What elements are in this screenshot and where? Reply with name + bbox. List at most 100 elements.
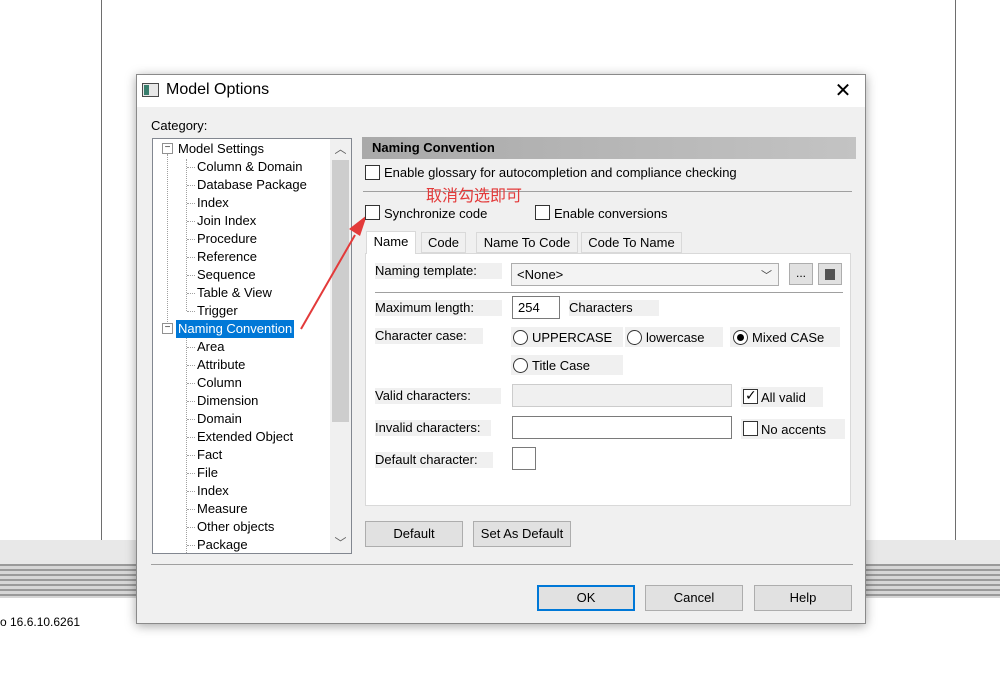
characters-label: Characters xyxy=(569,300,659,316)
tree-item-naming-index[interactable]: Index xyxy=(197,482,229,500)
case-mixed-radio[interactable] xyxy=(733,330,748,345)
tree-item-package[interactable]: Package xyxy=(197,536,248,553)
naming-template-value: <None> xyxy=(517,267,564,282)
tree-item-reference[interactable]: Reference xyxy=(197,248,257,266)
scroll-down-icon[interactable]: ﹀ xyxy=(330,533,351,553)
version-text: o 16.6.10.6261 xyxy=(0,615,81,629)
tree-item-trigger[interactable]: Trigger xyxy=(197,302,238,320)
naming-template-select[interactable]: <None> ﹀ xyxy=(511,263,779,286)
default-character-input[interactable] xyxy=(512,447,536,470)
tree-line xyxy=(187,437,195,438)
no-accents-label: No accents xyxy=(761,422,827,437)
ok-button[interactable]: OK xyxy=(537,585,635,611)
browse-button[interactable]: ... xyxy=(789,263,813,285)
tab-name-to-code[interactable]: Name To Code xyxy=(476,232,578,253)
all-valid-checkbox[interactable] xyxy=(743,387,758,404)
model-options-dialog: Model Options ✕ Category: − Model Settin… xyxy=(136,74,866,624)
enable-glossary-checkbox[interactable] xyxy=(365,165,380,180)
invalid-characters-input[interactable] xyxy=(512,416,732,439)
tree-line xyxy=(187,311,195,312)
category-tree[interactable]: − Model Settings Column & Domain Databas… xyxy=(152,138,352,554)
properties-icon[interactable] xyxy=(818,263,842,285)
title-bar[interactable]: Model Options ✕ xyxy=(137,75,865,107)
no-accents-checkbox[interactable] xyxy=(743,421,758,436)
tree-line xyxy=(187,275,195,276)
synchronize-code-label: Synchronize code xyxy=(384,206,488,221)
enable-conversions-label: Enable conversions xyxy=(554,206,668,221)
synchronize-code-checkbox[interactable] xyxy=(365,205,380,220)
tree-line xyxy=(187,491,195,492)
category-label: Category: xyxy=(151,118,208,133)
tree-item-table-view[interactable]: Table & View xyxy=(197,284,272,302)
tree-item-column-domain[interactable]: Column & Domain xyxy=(197,158,303,176)
case-lowercase-radio[interactable] xyxy=(627,330,642,345)
tree-line xyxy=(187,455,195,456)
tree-item-database-package[interactable]: Database Package xyxy=(197,176,307,194)
tree-item-area[interactable]: Area xyxy=(197,338,224,356)
tree-line xyxy=(187,365,195,366)
set-as-default-button[interactable]: Set As Default xyxy=(473,521,571,547)
tree-line xyxy=(186,159,187,311)
tree-item-attribute[interactable]: Attribute xyxy=(197,356,245,374)
tree-item-join-index[interactable]: Join Index xyxy=(197,212,256,230)
tree-item-domain[interactable]: Domain xyxy=(197,410,242,428)
tree-line xyxy=(187,257,195,258)
chevron-down-icon: ﹀ xyxy=(761,270,772,282)
valid-characters-input[interactable] xyxy=(512,384,732,407)
scroll-up-icon[interactable]: ︿ xyxy=(330,139,351,159)
tree-item-measure[interactable]: Measure xyxy=(197,500,248,518)
tree-item-index[interactable]: Index xyxy=(197,194,229,212)
character-case-label: Character case: xyxy=(375,328,483,344)
case-mixed-label: Mixed CASe xyxy=(752,330,825,345)
tree-item-other-objects[interactable]: Other objects xyxy=(197,518,274,536)
help-button[interactable]: Help xyxy=(754,585,852,611)
tree-line xyxy=(187,239,195,240)
tree-item-file[interactable]: File xyxy=(197,464,218,482)
tree-line xyxy=(167,154,168,334)
tree-line xyxy=(186,337,187,553)
max-length-label: Maximum length: xyxy=(375,300,502,316)
default-button[interactable]: Default xyxy=(365,521,463,547)
case-uppercase-radio[interactable] xyxy=(513,330,528,345)
tab-panel-name xyxy=(365,253,851,506)
tree-line xyxy=(187,545,195,546)
background-border-right xyxy=(955,0,956,540)
tree-item-dimension[interactable]: Dimension xyxy=(197,392,258,410)
naming-template-label: Naming template: xyxy=(375,263,502,279)
tree-line xyxy=(187,203,195,204)
case-lowercase-label: lowercase xyxy=(646,330,705,345)
tree-item-column[interactable]: Column xyxy=(197,374,242,392)
app-icon xyxy=(142,83,159,97)
tree-line xyxy=(187,509,195,510)
tree-scrollbar[interactable]: ︿ ﹀ xyxy=(330,139,351,553)
tree-line xyxy=(187,527,195,528)
separator xyxy=(151,564,853,565)
tree-item-extended-object[interactable]: Extended Object xyxy=(197,428,293,446)
close-icon[interactable]: ✕ xyxy=(827,76,859,106)
annotation-text: 取消勾选即可 xyxy=(426,186,523,205)
cancel-button[interactable]: Cancel xyxy=(645,585,743,611)
separator xyxy=(375,292,843,293)
tree-line xyxy=(187,221,195,222)
tab-name[interactable]: Name xyxy=(366,231,416,254)
collapse-naming-convention-icon[interactable]: − xyxy=(162,323,173,334)
tree-line xyxy=(187,185,195,186)
background-border-left xyxy=(101,0,102,540)
tree-item-model-settings[interactable]: Model Settings xyxy=(178,140,264,158)
tree-line xyxy=(187,419,195,420)
tree-item-sequence[interactable]: Sequence xyxy=(197,266,256,284)
case-title-radio[interactable] xyxy=(513,358,528,373)
tree-item-fact[interactable]: Fact xyxy=(197,446,222,464)
max-length-input[interactable]: 254 xyxy=(512,296,560,319)
enable-conversions-checkbox[interactable] xyxy=(535,205,550,220)
collapse-model-settings-icon[interactable]: − xyxy=(162,143,173,154)
default-character-label: Default character: xyxy=(375,452,493,468)
invalid-characters-label: Invalid characters: xyxy=(375,420,491,436)
valid-characters-label: Valid characters: xyxy=(375,388,501,404)
tree-item-procedure[interactable]: Procedure xyxy=(197,230,257,248)
dialog-title: Model Options xyxy=(166,81,270,98)
section-title: Naming Convention xyxy=(362,137,856,159)
tab-code-to-name[interactable]: Code To Name xyxy=(581,232,682,253)
tree-item-naming-convention[interactable]: Naming Convention xyxy=(176,320,295,338)
tab-code[interactable]: Code xyxy=(421,232,466,253)
